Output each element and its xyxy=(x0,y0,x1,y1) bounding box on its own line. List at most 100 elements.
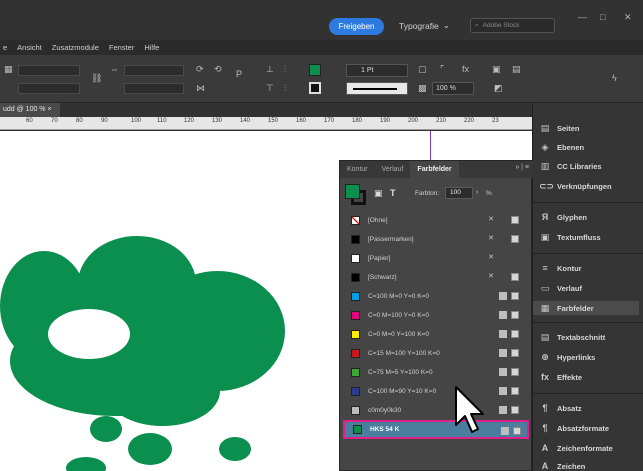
distribute-icon[interactable]: ⫶ xyxy=(284,64,286,75)
dock-item-links[interactable]: ⊂⊃ Verknüpfungen xyxy=(539,179,612,193)
dock-item-paragraph[interactable]: ¶ Absatz xyxy=(539,401,582,415)
share-button[interactable]: Freigeben xyxy=(329,18,384,35)
constrain-proportions-icon[interactable]: ⛓ xyxy=(91,73,102,84)
y-position-field[interactable] xyxy=(18,83,80,94)
menu-item-plugins[interactable]: Zusatzmodule xyxy=(52,43,99,52)
tab-swatches[interactable]: Farbfelder xyxy=(410,161,459,178)
swatch-row[interactable]: [Ohne] ✕ xyxy=(343,211,529,230)
swatch-row[interactable]: C=100 M=90 Y=10 K=0 xyxy=(343,382,529,401)
rotate-ccw-icon[interactable]: ⟲ xyxy=(214,64,222,75)
ruler-label: 70 xyxy=(51,118,58,124)
flower-petal[interactable] xyxy=(105,356,220,426)
flip-horizontal-icon[interactable]: ⋈ xyxy=(196,83,205,94)
scale-y-field[interactable] xyxy=(124,83,184,94)
frame-fit-icon[interactable]: ▤ xyxy=(512,64,521,75)
swatch-row[interactable]: C=100 M=0 Y=0 K=0 xyxy=(343,287,529,306)
dock-item-gradient[interactable]: ▭ Verlauf xyxy=(539,281,582,295)
swatch-row[interactable]: c0m0y0k30 xyxy=(343,401,529,420)
ruler-label: 140 xyxy=(240,118,251,124)
swatch-row[interactable]: C=75 M=5 Y=100 K=0 xyxy=(343,363,529,382)
swatch-row[interactable]: [Papier] ✕ xyxy=(343,249,529,268)
close-icon[interactable]: ✕ xyxy=(624,12,632,23)
swatch-row[interactable]: HKS 54 K xyxy=(343,420,529,439)
swatch-row[interactable]: [Passermarken] ✕ xyxy=(343,230,529,249)
panel-menu-icon[interactable]: » | ≡ xyxy=(515,164,529,171)
swatch-name: [Schwarz] xyxy=(368,274,397,281)
dock-item-cc-libraries[interactable]: ▥ CC Libraries xyxy=(539,159,602,173)
stroke-color-swatch[interactable] xyxy=(309,82,321,94)
green-dot[interactable] xyxy=(219,437,251,461)
formatting-text-icon[interactable]: T xyxy=(390,188,396,198)
fill-box[interactable] xyxy=(345,184,360,199)
dock-item-pages[interactable]: ▤ Seiten xyxy=(539,121,580,135)
menu-item-edit[interactable]: e xyxy=(3,43,7,52)
fill-color-swatch[interactable] xyxy=(309,64,321,76)
fill-stroke-selector[interactable] xyxy=(345,184,367,206)
swatches-icon: ▦ xyxy=(540,302,550,313)
stroke-icon: ≡ xyxy=(542,263,548,273)
tab-gradient[interactable]: Verlauf xyxy=(375,161,411,178)
dock-item-effects[interactable]: fx Effekte xyxy=(539,370,582,384)
adobe-stock-search[interactable]: ⌕ Adobe Stock xyxy=(470,18,555,33)
rotate-icon[interactable]: ⟳ xyxy=(196,64,204,75)
dock-item-paragraph-styles[interactable]: ¶ Absatzformate xyxy=(539,421,609,435)
chevron-right-icon[interactable]: › xyxy=(476,189,478,196)
dock-item-character-styles[interactable]: A Zeichenformate xyxy=(539,441,613,455)
stock-search-placeholder: Adobe Stock xyxy=(482,22,520,29)
select-content-icon[interactable]: P xyxy=(236,69,242,79)
dock-item-text-wrap[interactable]: ▣ Textumfluss xyxy=(539,230,601,244)
tint-input[interactable]: 100 xyxy=(445,187,473,199)
process-color-icon xyxy=(499,292,507,300)
scale-x-field[interactable] xyxy=(124,65,184,76)
green-dot[interactable] xyxy=(66,457,106,471)
distribute-vertical-icon[interactable]: ⫶ xyxy=(284,83,286,94)
workspace-switcher[interactable]: Typografie ⌄ xyxy=(399,20,450,31)
chevron-down-icon: ⌄ xyxy=(442,20,450,30)
swatch-row[interactable]: C=0 M=0 Y=100 K=0 xyxy=(343,325,529,344)
dock-item-hyperlinks[interactable]: ⊕ Hyperlinks xyxy=(539,350,595,364)
ruler-label: 180 xyxy=(352,118,363,124)
reference-point-icon[interactable]: ▦ xyxy=(4,64,13,75)
dock-item-swatches[interactable]: ▦ Farbfelder xyxy=(533,301,639,315)
dock-item-character[interactable]: A Zeichen xyxy=(539,459,586,471)
dock-item-glyphs[interactable]: Я Glyphen xyxy=(539,210,587,224)
text-frame-icon[interactable]: ▢ xyxy=(418,64,427,75)
dock-item-label: Seiten xyxy=(557,123,580,133)
dock-item-label: Glyphen xyxy=(557,212,588,222)
dock-item-story[interactable]: ▤ Textabschnitt xyxy=(539,330,605,344)
x-position-field[interactable] xyxy=(18,65,80,76)
menu-item-view[interactable]: Ansicht xyxy=(17,43,42,52)
stroke-type-dropdown[interactable] xyxy=(346,82,408,95)
minimize-icon[interactable]: — xyxy=(578,12,587,22)
green-dot[interactable] xyxy=(128,433,172,465)
menu-item-help[interactable]: Hilfe xyxy=(144,43,159,52)
opacity-field[interactable]: 100 % xyxy=(432,82,474,95)
dock-item-label: Absatz xyxy=(557,403,582,413)
stroke-weight-field[interactable]: 1 Pt xyxy=(346,64,408,77)
swatch-color-chip xyxy=(351,349,360,358)
maximize-icon[interactable]: □ xyxy=(600,12,605,22)
corner-options-icon[interactable]: ⌜ xyxy=(440,64,444,75)
wrap-text-icon[interactable]: ▣ xyxy=(492,64,501,75)
quick-apply-icon[interactable]: ϟ xyxy=(612,73,617,83)
align-vertical-icon[interactable]: ⊤ xyxy=(266,83,274,94)
dock-item-layers[interactable]: ◈ Ebenen xyxy=(539,140,585,154)
swatch-row[interactable]: C=0 M=100 Y=0 K=0 xyxy=(343,306,529,325)
object-style-icon[interactable]: ◩ xyxy=(494,83,503,94)
cmyk-icon xyxy=(511,216,519,224)
swatch-name: [Passermarken] xyxy=(368,236,414,243)
formatting-container-icon[interactable]: ▣ xyxy=(374,188,383,199)
green-dot[interactable] xyxy=(90,416,122,442)
swatch-row[interactable]: C=15 M=100 Y=100 K=0 xyxy=(343,344,529,363)
process-color-icon xyxy=(499,311,507,319)
swatch-row[interactable]: [Schwarz] ✕ xyxy=(343,268,529,287)
dock-item-stroke[interactable]: ≡ Kontur xyxy=(539,261,581,275)
menu-item-window[interactable]: Fenster xyxy=(109,43,134,52)
ruler-label: 90 xyxy=(101,118,108,124)
ruler-label: 110 xyxy=(157,118,167,124)
document-tab[interactable]: udd @ 100 % × xyxy=(0,103,60,117)
tab-stroke[interactable]: Kontur xyxy=(340,161,375,178)
align-icon[interactable]: ⊥ xyxy=(266,64,274,75)
fx-icon[interactable]: fx xyxy=(462,64,469,74)
swatch-color-chip xyxy=(351,273,360,282)
